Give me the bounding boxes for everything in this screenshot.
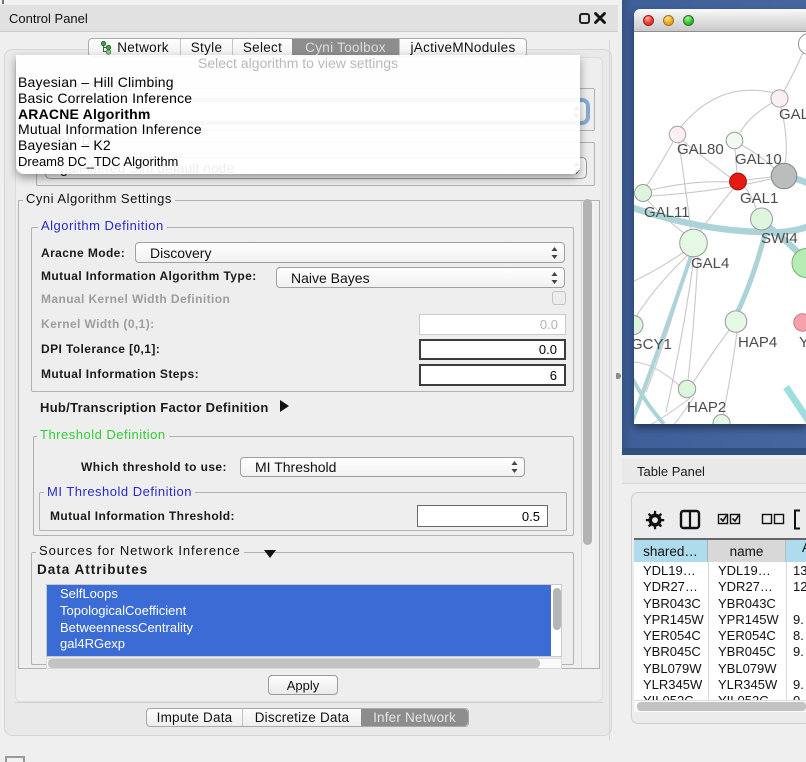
svg-text:GAL80: GAL80: [677, 141, 724, 158]
svg-text:HAP2: HAP2: [687, 399, 726, 416]
svg-text:GAL1: GAL1: [740, 190, 778, 207]
svg-text:GAL4: GAL4: [691, 255, 729, 272]
svg-text:HAP4: HAP4: [738, 334, 777, 351]
svg-text:GAL7: GAL7: [779, 106, 806, 123]
svg-text:GAL10: GAL10: [735, 151, 782, 168]
svg-text:SWI4: SWI4: [761, 230, 798, 247]
svg-text:GAL11: GAL11: [644, 204, 690, 221]
svg-text:GCY1: GCY1: [634, 336, 672, 353]
svg-text:Y: Y: [799, 334, 806, 351]
